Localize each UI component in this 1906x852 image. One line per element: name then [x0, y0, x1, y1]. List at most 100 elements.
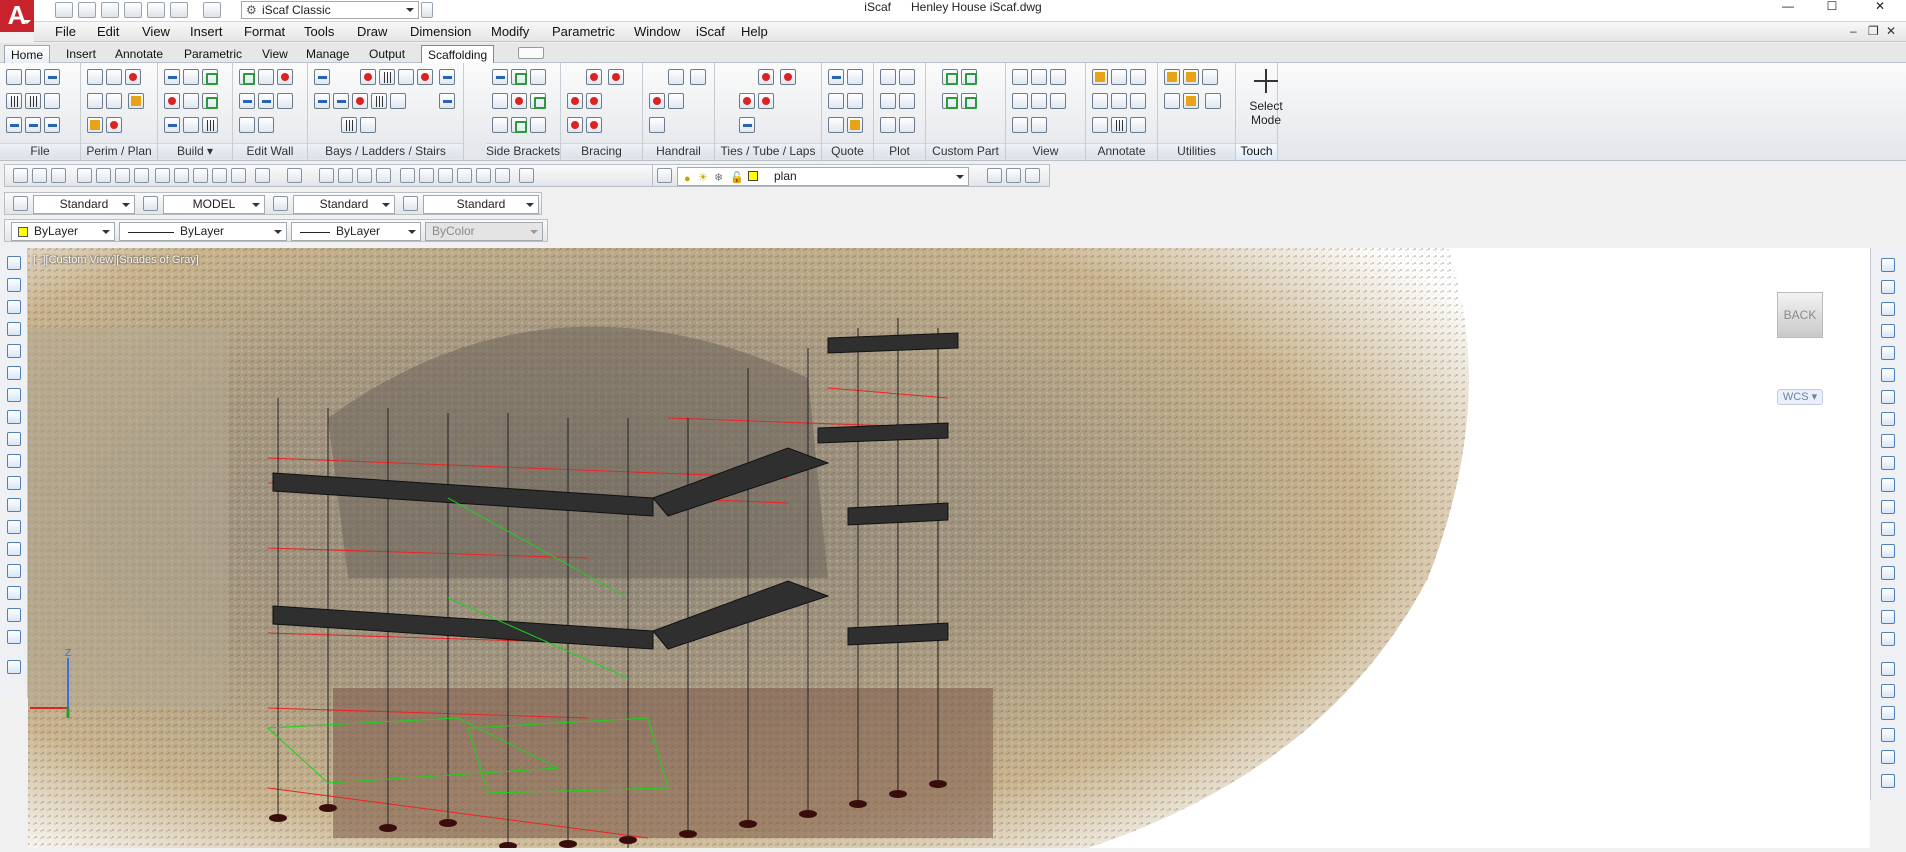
quote-list-icon[interactable] [828, 93, 844, 109]
table-style-icon[interactable] [403, 196, 418, 211]
rotate-object-icon[interactable] [1881, 390, 1895, 404]
angle-icon[interactable] [1092, 117, 1108, 133]
export-icon[interactable] [44, 93, 60, 109]
bracket-left-icon[interactable] [492, 93, 508, 109]
copy-icon[interactable] [174, 168, 189, 183]
gradient-icon[interactable] [7, 586, 21, 600]
wcs-menu[interactable]: WCS ▾ [1777, 389, 1823, 405]
menu-iscaf[interactable]: iScaf [696, 24, 725, 39]
doc-close-button[interactable]: ✕ [1886, 24, 1896, 38]
trim-object-icon[interactable] [1881, 456, 1895, 470]
menu-view[interactable]: View [142, 24, 170, 39]
brace-right-icon[interactable] [586, 93, 602, 109]
tie-delete-icon[interactable] [739, 93, 755, 109]
brace-delete-icon[interactable] [586, 117, 602, 133]
polygon-icon[interactable] [7, 322, 21, 336]
custom-part-add-icon[interactable] [942, 93, 958, 109]
spline-icon[interactable] [7, 432, 21, 446]
3d-print-icon[interactable] [134, 168, 149, 183]
print-plot-icon[interactable] [899, 117, 915, 133]
doc-minimize-button[interactable]: – [1850, 24, 1857, 38]
plot-file-icon[interactable] [77, 168, 92, 183]
view-front-icon[interactable] [1050, 69, 1066, 85]
tab-insert[interactable]: Insert [60, 45, 102, 63]
view-right-icon[interactable] [1031, 93, 1047, 109]
table-style-select[interactable]: Standard [423, 195, 539, 214]
menu-window[interactable]: Window [634, 24, 680, 39]
paste-icon[interactable] [193, 168, 208, 183]
dimension-style-select[interactable]: Standard [293, 195, 395, 214]
wall-split-icon[interactable] [239, 93, 255, 109]
design-center-icon[interactable] [419, 168, 434, 183]
elevation-icon[interactable] [1130, 117, 1146, 133]
build-ladder-icon[interactable] [202, 117, 218, 133]
measure-icon[interactable] [1164, 69, 1180, 85]
bay-up-icon[interactable] [314, 69, 330, 85]
project-icon[interactable] [44, 69, 60, 85]
menu-tools[interactable]: Tools [304, 24, 334, 39]
tool-palettes-icon[interactable] [438, 168, 453, 183]
layer-select[interactable]: ● ☀ ❄ 🔓 plan [677, 167, 969, 186]
stair-edit-icon[interactable] [360, 117, 376, 133]
zoom-window-icon[interactable] [357, 168, 372, 183]
wall-extend-icon[interactable] [277, 93, 293, 109]
close-button[interactable]: ✕ [1860, 0, 1900, 14]
coupler-icon[interactable] [739, 117, 755, 133]
zoom-previous-icon[interactable] [376, 168, 391, 183]
pencil-icon[interactable] [1183, 69, 1199, 85]
cut-icon[interactable] [155, 168, 170, 183]
build-list-icon[interactable] [183, 69, 199, 85]
space-select[interactable]: MODEL [163, 195, 265, 214]
handrail-left-icon[interactable] [690, 69, 707, 85]
rotate-icon[interactable] [1164, 93, 1180, 109]
plot-sheet-icon[interactable] [880, 93, 896, 109]
maximize-button[interactable]: ☐ [1812, 0, 1852, 14]
ladder-edit-icon[interactable] [341, 117, 357, 133]
space-style-icon[interactable] [143, 196, 158, 211]
layer-properties-icon[interactable] [657, 168, 672, 183]
wall-bay-icon[interactable] [258, 117, 274, 133]
construction-line-icon[interactable] [7, 278, 21, 292]
build-check-icon[interactable] [202, 69, 218, 85]
plot-preview-icon[interactable] [899, 69, 915, 85]
properties-icon[interactable] [400, 168, 415, 183]
rectangle-icon[interactable] [106, 93, 122, 109]
tube-icon[interactable] [758, 69, 774, 85]
ladder-add-icon[interactable] [371, 93, 387, 109]
quickcalc-icon[interactable] [495, 168, 510, 183]
build-stairs-icon[interactable] [183, 117, 199, 133]
build-select-icon[interactable] [164, 117, 180, 133]
send-back-icon[interactable] [1881, 706, 1895, 720]
view-cube-icon[interactable] [1012, 117, 1028, 133]
plot-batch-icon[interactable] [880, 117, 896, 133]
insert-block-icon[interactable] [7, 498, 21, 512]
ellipse-arc-icon[interactable] [7, 476, 21, 490]
menu-draw[interactable]: Draw [357, 24, 387, 39]
bay-right-icon[interactable] [333, 93, 349, 109]
minimize-button[interactable]: — [1768, 0, 1808, 14]
pan-icon[interactable] [319, 168, 334, 183]
bracket-top-icon[interactable] [492, 69, 508, 85]
save-as-drawing-icon[interactable] [25, 93, 41, 109]
bay-down-icon[interactable] [439, 93, 456, 109]
blend-icon[interactable] [1881, 610, 1895, 624]
wall-move-icon[interactable] [258, 69, 274, 85]
join-icon[interactable] [1881, 544, 1895, 558]
handrail-right-icon[interactable] [668, 93, 684, 109]
trim-icon[interactable] [87, 117, 103, 133]
send-under-icon[interactable] [1881, 750, 1895, 764]
handrail-top-icon[interactable] [668, 69, 684, 85]
menu-format[interactable]: Format [244, 24, 285, 39]
break-at-point-icon[interactable] [1881, 500, 1895, 514]
quote-doc-icon[interactable] [828, 117, 844, 133]
build-icon[interactable] [164, 69, 180, 85]
quote-icon[interactable] [828, 69, 844, 85]
bracket-bottom-icon[interactable] [492, 117, 508, 133]
text-front-icon[interactable] [1881, 774, 1895, 788]
plot-setup-icon[interactable] [899, 93, 915, 109]
copy-object-icon[interactable] [1881, 280, 1895, 294]
handrail-delete-icon[interactable] [649, 93, 665, 109]
point-icon[interactable] [7, 542, 21, 556]
bay-remove-icon[interactable] [352, 93, 368, 109]
tie-icon[interactable] [780, 69, 797, 85]
